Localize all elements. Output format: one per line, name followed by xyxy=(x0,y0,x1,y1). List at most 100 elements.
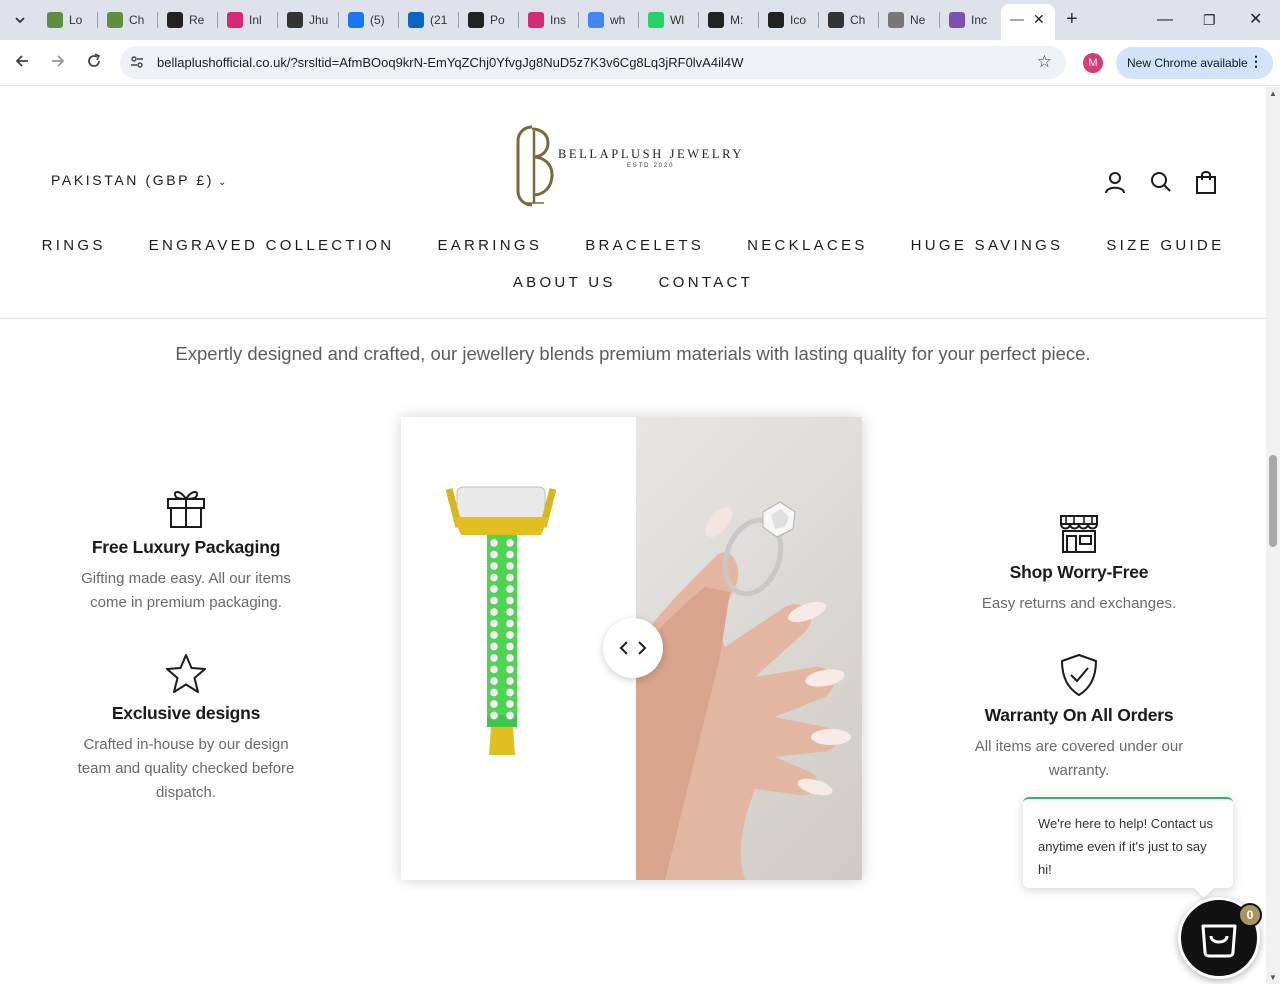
browser-tab[interactable]: Inc xyxy=(943,8,995,32)
chat-greeting-bubble[interactable]: We're here to help! Contact us anytime e… xyxy=(1023,797,1233,888)
diamond-stone xyxy=(489,596,499,606)
browser-tab[interactable]: Po xyxy=(462,8,514,32)
update-chrome-button[interactable]: New Chrome available ⋮ xyxy=(1116,47,1273,79)
tab-title: Re xyxy=(189,13,205,27)
feature-title: Exclusive designs xyxy=(111,703,261,723)
logo-wordmark: BELLAPLUSH JEWELRY xyxy=(558,147,745,161)
tab-search-button[interactable] xyxy=(8,8,32,32)
chat-message: We're here to help! Contact us anytime e… xyxy=(1038,816,1213,877)
browser-tab[interactable]: Ch xyxy=(101,8,153,32)
scroll-up-icon[interactable]: ▲ xyxy=(1269,89,1277,98)
feature-text: Crafted in-house by our design team and … xyxy=(77,736,295,801)
chrome-icon xyxy=(888,12,904,28)
currency-selector[interactable]: PAKISTAN (GBP £) ⌄ xyxy=(51,172,229,188)
diamond-stone xyxy=(489,687,499,697)
page-scrollbar[interactable]: ▲ ▼ xyxy=(1266,87,1280,984)
tab-separator xyxy=(338,12,339,28)
browser-tab[interactable]: Ne xyxy=(882,8,934,32)
tab-separator xyxy=(939,12,940,28)
tab-separator xyxy=(458,12,459,28)
diamond-stone xyxy=(489,642,499,652)
diamond-stone xyxy=(505,676,515,686)
no-sign-icon xyxy=(708,12,724,28)
browser-tab[interactable]: Re xyxy=(161,8,213,32)
before-after-slider[interactable] xyxy=(401,417,862,880)
back-button[interactable] xyxy=(13,52,31,75)
close-window-button[interactable]: ✕ xyxy=(1249,8,1262,32)
nav-link-necklaces[interactable]: NECKLACES xyxy=(747,237,868,254)
diamond-stone xyxy=(489,676,499,686)
browser-tab[interactable]: M: xyxy=(702,8,754,32)
cart-icon[interactable] xyxy=(1194,170,1218,194)
browser-tab[interactable]: Wl xyxy=(642,8,694,32)
feature-text: Gifting made easy. All our items come in… xyxy=(81,570,291,611)
whatsapp-icon xyxy=(648,12,664,28)
new-tab-button[interactable]: + xyxy=(1066,8,1078,30)
nav-link-rings[interactable]: RINGS xyxy=(42,237,106,254)
minimize-button[interactable]: — xyxy=(1157,8,1173,32)
nav-link-contact[interactable]: CONTACT xyxy=(659,274,753,291)
feature-title: Free Luxury Packaging xyxy=(91,537,281,557)
browser-tab[interactable]: Jhu xyxy=(281,8,333,32)
linkedin-icon xyxy=(408,12,424,28)
scrollbar-thumb[interactable] xyxy=(1269,455,1277,547)
intro-tagline: Expertly designed and crafted, our jewel… xyxy=(175,343,1091,364)
nav-link-earrings[interactable]: EARRINGS xyxy=(437,237,542,254)
tab-title: Ins xyxy=(550,13,567,27)
nav-link-about-us[interactable]: ABOUT US xyxy=(513,274,616,291)
site-logo[interactable]: BELLAPLUSH JEWELRY ESTD 2020 xyxy=(506,125,756,207)
scroll-down-icon[interactable]: ▼ xyxy=(1269,973,1277,982)
tab-separator xyxy=(578,12,579,28)
no-sign-icon xyxy=(167,12,183,28)
site-info-icon[interactable] xyxy=(129,54,145,70)
bookmark-star-icon[interactable]: ☆ xyxy=(1037,52,1052,72)
tab-title: (21 xyxy=(430,13,448,27)
threads-icon xyxy=(768,12,784,28)
ns-icon xyxy=(828,12,844,28)
nav-link-huge-savings[interactable]: HUGE SAVINGS xyxy=(911,237,1064,254)
nav-link-bracelets[interactable]: BRACELETS xyxy=(585,237,704,254)
forward-button[interactable] xyxy=(49,52,67,75)
tab-title: Inl xyxy=(249,13,262,27)
tab-separator xyxy=(97,12,98,28)
browser-tab[interactable]: (21 xyxy=(402,8,454,32)
browser-toolbar: bellaplushofficial.co.uk/?srsltid=AfmBOo… xyxy=(0,40,1280,86)
browser-tab[interactable]: (5) xyxy=(342,8,394,32)
diamond-stone xyxy=(505,573,515,583)
feature-worry-free: Shop Worry-Free Easy returns and exchang… xyxy=(959,514,1199,616)
chevron-down-icon xyxy=(15,17,25,24)
browser-tab[interactable]: Lo xyxy=(41,8,93,32)
tab-title: Jhu xyxy=(309,13,329,27)
logo-established: ESTD 2020 xyxy=(627,163,675,169)
tab-separator xyxy=(878,12,879,28)
reload-button[interactable] xyxy=(85,52,103,75)
diamond-stone xyxy=(489,607,499,617)
browser-tab[interactable]: Ins xyxy=(522,8,574,32)
diamond-stone xyxy=(489,550,499,560)
nav-link-size-guide[interactable]: SIZE GUIDE xyxy=(1106,237,1224,254)
nav-link-engraved-collection[interactable]: ENGRAVED COLLECTION xyxy=(149,237,395,254)
browser-tab[interactable]: Ico xyxy=(762,8,814,32)
browser-tab[interactable]: Inl xyxy=(221,8,273,32)
profile-avatar[interactable]: M xyxy=(1083,53,1103,73)
tab-active[interactable]: ✕ xyxy=(1001,4,1055,40)
address-bar[interactable]: bellaplushofficial.co.uk/?srsltid=AfmBOo… xyxy=(120,46,1066,79)
instagram-icon xyxy=(227,12,243,28)
search-icon[interactable] xyxy=(1149,170,1173,194)
browser-tab[interactable]: wh xyxy=(582,8,634,32)
url-text[interactable]: bellaplushofficial.co.uk/?srsltid=AfmBOo… xyxy=(157,55,743,70)
restore-button[interactable]: ❐ xyxy=(1203,8,1216,32)
shield-check-icon xyxy=(1061,654,1097,696)
menu-icon[interactable]: ⋮ xyxy=(1249,53,1263,70)
browser-tab[interactable]: Ch xyxy=(822,8,874,32)
close-tab-icon[interactable]: ✕ xyxy=(1033,11,1045,28)
tab-title: (5) xyxy=(370,13,385,27)
star-icon xyxy=(166,654,206,693)
ring-render-image xyxy=(401,417,635,880)
slider-handle[interactable] xyxy=(603,618,663,678)
account-icon[interactable] xyxy=(1103,170,1127,194)
arrow-left-icon xyxy=(15,55,28,67)
tab-separator xyxy=(157,12,158,28)
diamond-stone xyxy=(489,619,499,629)
diamond-stone xyxy=(505,607,515,617)
